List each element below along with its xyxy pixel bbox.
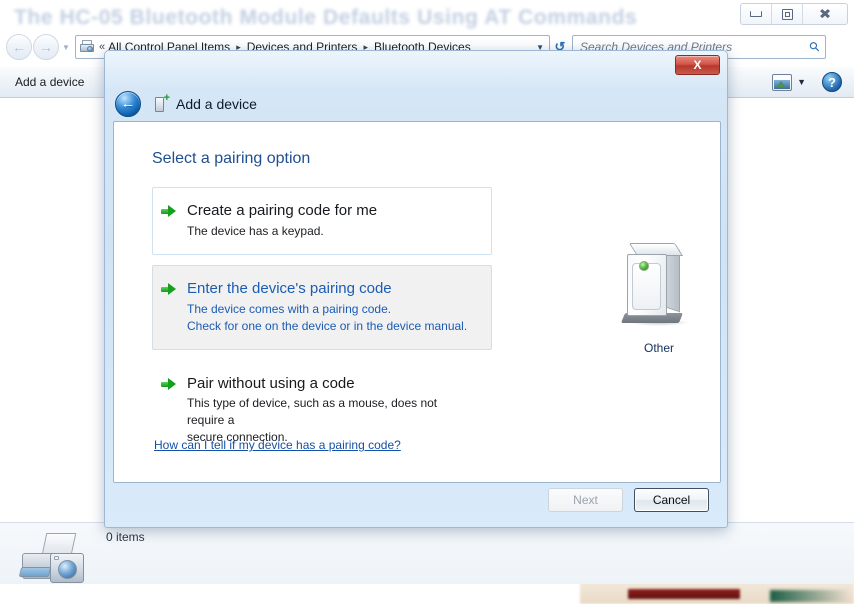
dialog-title: Add a device	[176, 96, 257, 112]
option-description-line-1: The device comes with a pairing code.	[187, 301, 392, 316]
window-controls: ✖	[740, 3, 848, 25]
back-arrow-icon: ←	[12, 39, 26, 55]
dialog-footer: Next Cancel	[113, 481, 719, 519]
devices-printers-icon	[79, 39, 96, 56]
minimize-icon	[750, 11, 762, 17]
dialog-content-panel: Select a pairing option Create a pairing…	[113, 121, 721, 483]
option-description-line-1: This type of device, such as a mouse, do…	[187, 396, 438, 428]
view-dropdown-icon[interactable]: ▼	[794, 77, 814, 87]
option-title: Enter the device's pairing code	[187, 279, 392, 297]
pairing-options-list: Create a pairing code for me The device …	[152, 187, 492, 471]
status-item-count: 0 items	[106, 530, 145, 544]
green-arrow-icon	[161, 282, 176, 296]
printer-device-icon[interactable]	[18, 533, 94, 589]
device-preview: Other	[604, 237, 714, 355]
device-led-icon	[639, 261, 649, 271]
recent-pages-button[interactable]: ▼	[59, 43, 73, 52]
view-options-icon[interactable]	[772, 73, 793, 91]
restore-icon	[781, 8, 793, 20]
back-arrow-icon: ←	[120, 95, 136, 112]
option-create-pairing-code[interactable]: Create a pairing code for me The device …	[152, 187, 492, 255]
next-button[interactable]: Next	[548, 488, 623, 512]
add-a-device-dialog: X ← + Add a device Select a pairing opti…	[104, 50, 728, 528]
forward-button[interactable]: →	[33, 34, 59, 60]
green-arrow-icon	[161, 377, 176, 391]
background-green-text	[770, 590, 850, 602]
option-description: The device has a keypad.	[187, 223, 324, 238]
device-label: Other	[643, 341, 674, 355]
dialog-close-button[interactable]: X	[675, 55, 720, 75]
option-enter-device-pairing-code[interactable]: Enter the device's pairing code The devi…	[152, 264, 492, 350]
forward-arrow-icon: →	[39, 39, 53, 55]
generic-device-icon	[619, 237, 699, 337]
maximize-button[interactable]	[772, 4, 803, 24]
toolbar-right-group: ▼ ?	[772, 72, 848, 92]
help-button[interactable]: ?	[822, 72, 842, 92]
screen: The HC-05 Bluetooth Module Defaults Usin…	[0, 0, 854, 604]
dialog-header: ← + Add a device	[105, 87, 727, 121]
add-device-icon: +	[153, 93, 170, 113]
minimize-button[interactable]	[741, 4, 772, 24]
green-arrow-icon	[161, 205, 176, 218]
page-title: Select a pairing option	[152, 150, 311, 167]
option-description-line-2: Check for one on the device or in the de…	[187, 318, 468, 333]
close-button[interactable]: ✖	[803, 4, 847, 24]
background-red-bar	[628, 589, 740, 599]
close-icon: ✖	[818, 5, 832, 22]
chevron-down-icon: ▼	[62, 42, 70, 52]
pairing-code-help-link[interactable]: How can I tell if my device has a pairin…	[154, 438, 401, 452]
cancel-button[interactable]: Cancel	[634, 488, 709, 512]
back-button[interactable]: ←	[6, 34, 32, 60]
add-a-device-button[interactable]: Add a device	[6, 71, 93, 93]
dialog-back-button[interactable]: ←	[115, 91, 141, 117]
dialog-titlebar-glass	[105, 51, 727, 87]
option-title: Create a pairing code for me	[187, 202, 378, 219]
option-title: Pair without using a code	[187, 374, 355, 392]
